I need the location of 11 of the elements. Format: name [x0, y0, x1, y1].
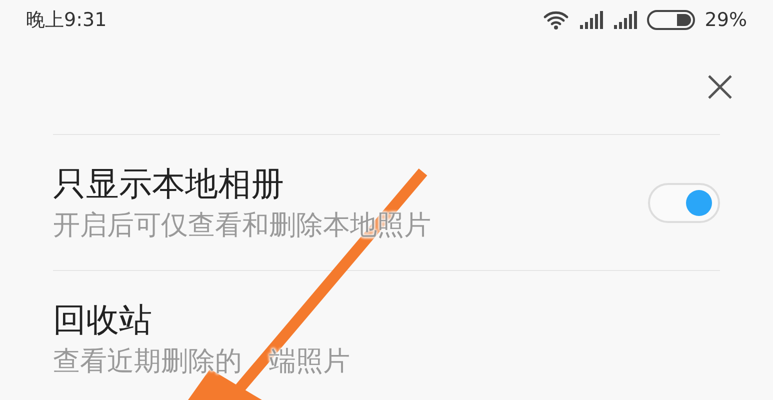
setting-description-fragment: 端照片: [269, 346, 350, 377]
wifi-icon: [542, 10, 569, 30]
setting-title: 回收站: [53, 300, 153, 340]
battery-percent: 29%: [704, 8, 747, 33]
clock-time: 晚上9:31: [26, 8, 107, 33]
signal-icon: [578, 11, 603, 29]
setting-title: 只显示本地相册: [53, 164, 285, 204]
battery-icon: [646, 10, 695, 30]
signal-icon: [612, 11, 637, 29]
toggle-switch[interactable]: [648, 182, 720, 222]
setting-description-fragment: 查看近期删除的: [53, 346, 242, 377]
